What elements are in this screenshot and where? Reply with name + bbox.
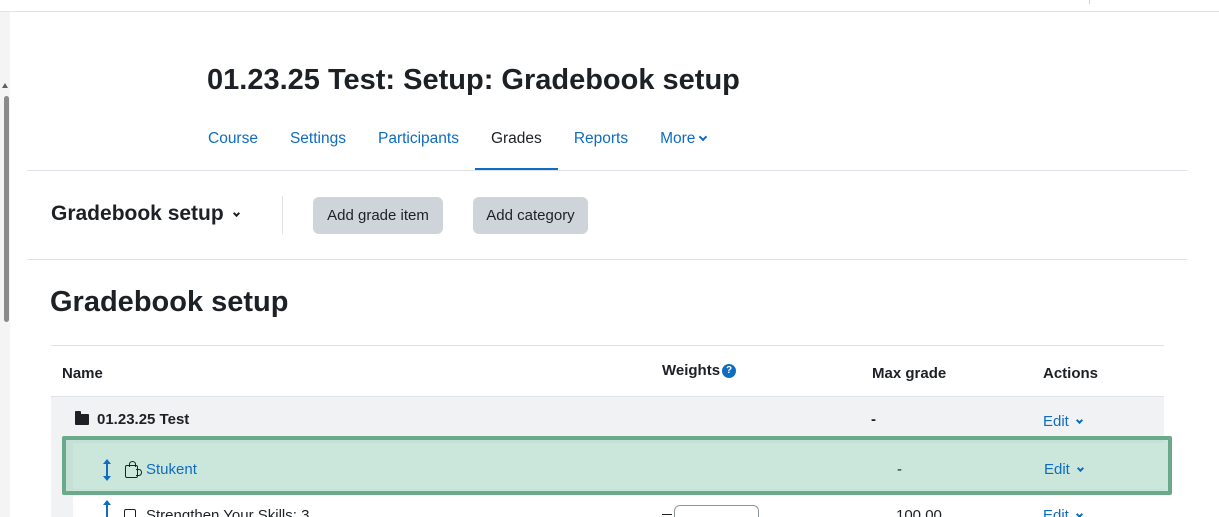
move-icon[interactable] [103, 500, 111, 517]
chevron-down-icon [1076, 464, 1084, 473]
grade-item-name[interactable]: Stukent [146, 461, 197, 478]
gradebook-page-selector[interactable]: Gradebook setup [51, 202, 240, 226]
nav-tab-grades[interactable]: Grades [474, 124, 558, 171]
add-grade-item-button[interactable]: Add grade item [313, 197, 443, 234]
gradebook-selector-label: Gradebook setup [51, 202, 224, 225]
nav-tab-more[interactable]: More [644, 124, 722, 171]
move-icon[interactable] [103, 459, 111, 481]
category-max-grade: - [871, 411, 876, 428]
chevron-down-icon [232, 209, 240, 218]
puzzle-icon [125, 461, 142, 478]
tertiary-divider-line [27, 259, 1187, 260]
item-name: Strengthen Your Skills: 3 [146, 507, 310, 517]
category-edit-menu[interactable]: Edit [1043, 413, 1083, 430]
table-header: Name Weights? Max grade Actions [51, 345, 1164, 397]
chevron-down-icon [699, 132, 708, 142]
edit-link[interactable]: Edit [1043, 507, 1069, 517]
top-bar [0, 0, 1219, 12]
header-weights: Weights? [662, 362, 737, 379]
chevron-down-icon [1075, 510, 1083, 517]
section-title: Gradebook setup [50, 286, 289, 318]
header-max-grade: Max grade [872, 365, 947, 382]
scrollbar-track[interactable] [0, 12, 10, 517]
item-max-grade: 100.00 [896, 507, 942, 517]
weight-input[interactable] [674, 505, 759, 517]
page-title: 01.23.25 Test: Setup: Gradebook setup [207, 64, 740, 96]
highlighted-grade-item-row[interactable]: Stukent - Edit [62, 436, 1172, 495]
course-secondary-nav: Course Settings Participants Grades Repo… [192, 124, 722, 171]
nav-divider [27, 170, 1187, 171]
header-actions: Actions [1043, 365, 1099, 382]
nav-tab-course[interactable]: Course [192, 124, 274, 171]
scroll-up-arrow-icon[interactable] [2, 83, 8, 88]
chevron-down-icon [1075, 416, 1083, 425]
category-name-label: 01.23.25 Test [97, 411, 190, 428]
tertiary-divider [282, 196, 283, 234]
nav-more-label: More [660, 130, 696, 147]
grade-item-max-grade: - [897, 461, 902, 478]
category-name: 01.23.25 Test [75, 411, 189, 428]
nav-tab-settings[interactable]: Settings [274, 124, 362, 171]
header-name: Name [62, 365, 103, 382]
question-circle-icon[interactable]: ? [722, 364, 737, 379]
weight-override-dash [662, 514, 672, 515]
top-bar-divider [1089, 0, 1090, 4]
add-category-button[interactable]: Add category [473, 197, 588, 234]
nav-tab-participants[interactable]: Participants [362, 124, 475, 171]
checkbox-icon [124, 509, 136, 517]
folder-icon [75, 411, 89, 425]
item-edit-menu[interactable]: Edit [1043, 507, 1083, 517]
header-weights-label: Weights [662, 362, 721, 379]
edit-link[interactable]: Edit [1044, 461, 1070, 478]
edit-link[interactable]: Edit [1043, 413, 1069, 430]
scrollbar-thumb[interactable] [4, 96, 9, 322]
nav-tab-reports[interactable]: Reports [558, 124, 644, 171]
grade-item-link[interactable]: Stukent [146, 461, 197, 478]
grade-item-edit-menu[interactable]: Edit [1044, 461, 1084, 478]
